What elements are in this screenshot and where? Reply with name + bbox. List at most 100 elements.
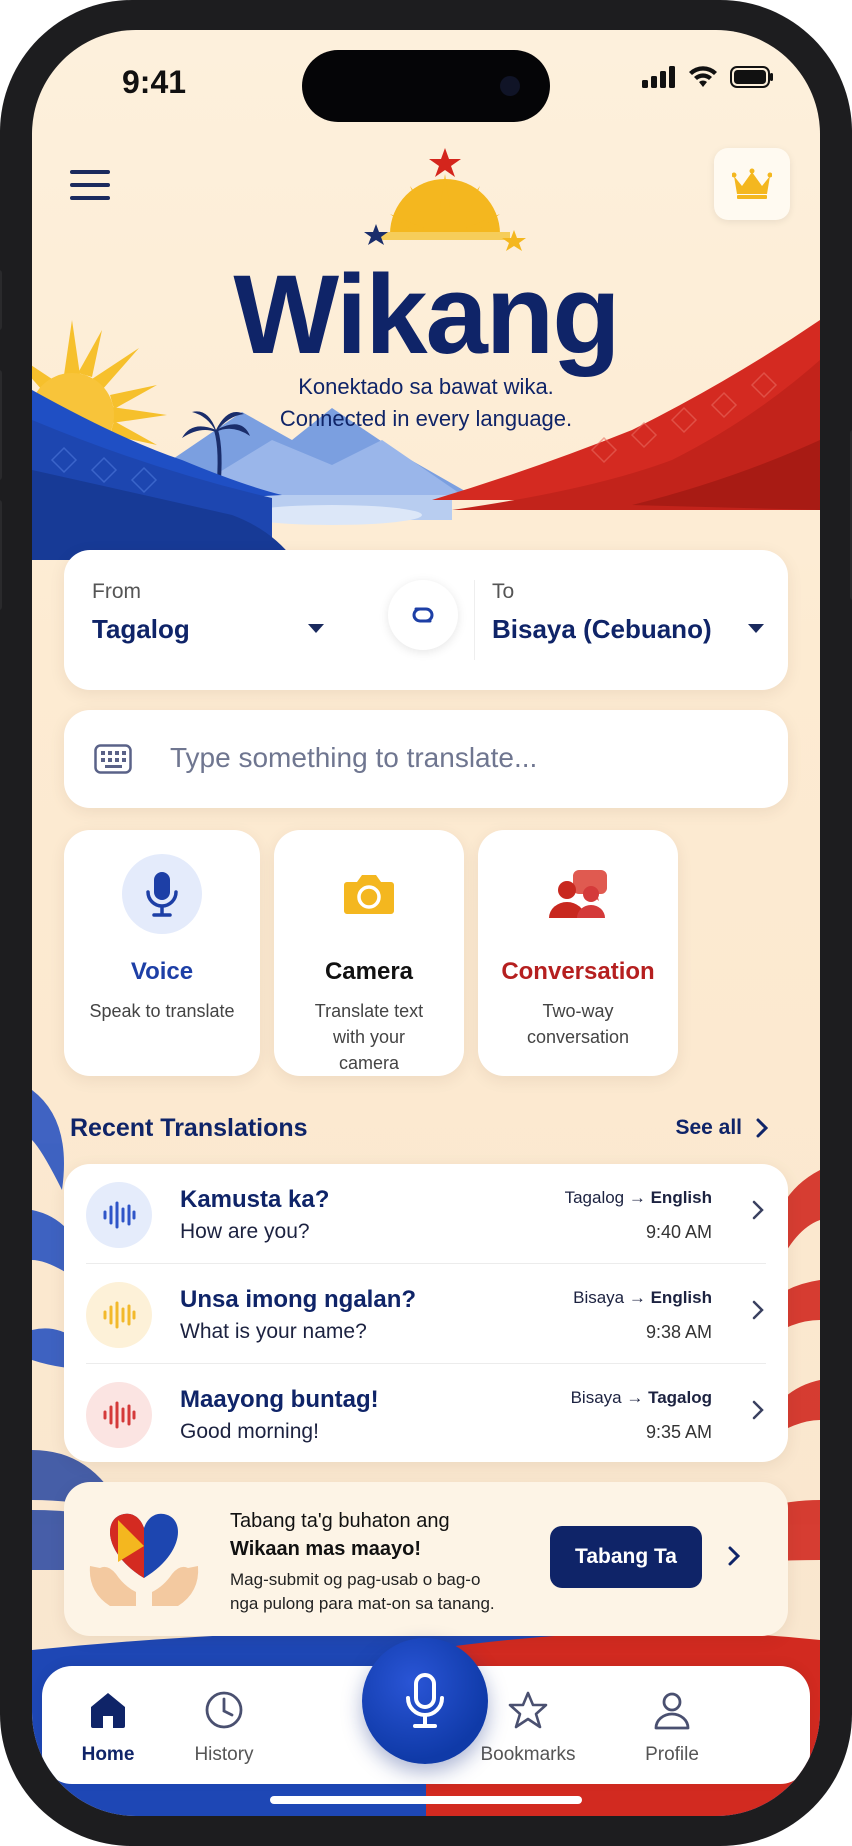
menu-line bbox=[70, 183, 110, 187]
timestamp: 9:40 AM bbox=[645, 1222, 712, 1242]
pair-to: English bbox=[650, 1288, 712, 1307]
nav-history[interactable]: History bbox=[164, 1666, 284, 1784]
source-text: Kamusta ka? bbox=[180, 1186, 330, 1213]
source-language-dropdown[interactable]: From Tagalog bbox=[64, 550, 364, 690]
menu-line bbox=[70, 170, 110, 174]
contribute-promo-card: Tabang ta'g buhaton ang Wikaan mas maayo… bbox=[64, 1482, 788, 1636]
translated-text: Good morning! bbox=[180, 1420, 319, 1443]
promo-line-3: Mag-submit og pag-usab o bag-o bbox=[230, 1570, 481, 1589]
nav-bookmarks-label: Bookmarks bbox=[480, 1744, 576, 1765]
chevron-right-icon bbox=[752, 1200, 764, 1220]
pair-to: English bbox=[650, 1188, 712, 1207]
voice-icon-wrap bbox=[122, 854, 202, 934]
see-all-link[interactable]: See all bbox=[675, 1116, 768, 1140]
promo-line-4: nga pulong para mat-on sa tanang. bbox=[230, 1594, 495, 1613]
voice-subtitle: Speak to translate bbox=[89, 1001, 235, 1021]
swap-languages-button[interactable] bbox=[388, 580, 458, 650]
status-icons bbox=[642, 66, 774, 88]
nav-profile-label: Profile bbox=[645, 1744, 699, 1765]
front-camera bbox=[500, 76, 520, 96]
timestamp: 9:35 AM bbox=[645, 1422, 712, 1442]
audio-wave-icon bbox=[86, 1182, 152, 1248]
conversation-card[interactable]: Conversation Two-way conversation bbox=[478, 830, 678, 1076]
to-label: To bbox=[492, 580, 515, 603]
from-label: From bbox=[92, 580, 141, 603]
recent-translations-list: Kamusta ka? How are you? Tagalog → Engli… bbox=[64, 1164, 788, 1462]
recent-translations-title: Recent Translations bbox=[70, 1114, 308, 1142]
translation-row[interactable]: Maayong buntag! Good morning! Bisaya → T… bbox=[64, 1364, 788, 1462]
app-screen: 9:41 Wikang Konektado sa bawat wika. Con… bbox=[32, 30, 820, 1816]
language-pair: Bisaya → Tagalog bbox=[570, 1388, 712, 1407]
clock-icon bbox=[205, 1691, 243, 1729]
keyboard-icon bbox=[94, 744, 132, 774]
menu-button[interactable] bbox=[70, 170, 110, 210]
source-text: Unsa imong ngalan? bbox=[180, 1286, 417, 1313]
pair-to: Tagalog bbox=[648, 1388, 712, 1407]
see-all-label: See all bbox=[675, 1116, 742, 1139]
app-title: Wikang bbox=[233, 252, 620, 377]
pair-from: Bisaya bbox=[570, 1388, 622, 1407]
status-time: 9:41 bbox=[122, 64, 187, 100]
volume-down-button bbox=[0, 500, 2, 610]
source-text: Maayong buntag! bbox=[180, 1386, 379, 1413]
translate-input[interactable]: Type something to translate... bbox=[64, 710, 788, 808]
user-icon bbox=[654, 1692, 690, 1730]
chevron-down-icon bbox=[308, 624, 324, 633]
home-icon bbox=[91, 1693, 125, 1728]
chevron-right-icon bbox=[756, 1118, 768, 1138]
translation-row[interactable]: Kamusta ka? How are you? Tagalog → Engli… bbox=[64, 1164, 788, 1262]
signal-icon bbox=[642, 66, 675, 88]
voice-card[interactable]: Voice Speak to translate bbox=[64, 830, 260, 1076]
tagline-english: Connected in every language. bbox=[279, 406, 573, 431]
language-pair: Bisaya → English bbox=[573, 1288, 712, 1307]
chevron-right-icon bbox=[752, 1300, 764, 1320]
nav-profile[interactable]: Profile bbox=[612, 1666, 732, 1784]
crown-icon bbox=[732, 168, 772, 199]
camera-subtitle: Translate text with your camera bbox=[314, 1001, 424, 1073]
translation-row[interactable]: Unsa imong ngalan? What is your name? Bi… bbox=[64, 1264, 788, 1362]
microphone-icon bbox=[146, 872, 178, 917]
language-selector: From Tagalog To Bisaya (Cebuano) bbox=[64, 550, 788, 690]
chevron-right-icon[interactable] bbox=[728, 1546, 740, 1566]
pair-from: Tagalog bbox=[564, 1188, 625, 1207]
translated-text: How are you? bbox=[180, 1220, 310, 1243]
camera-icon-wrap bbox=[329, 854, 409, 934]
promo-line-1: Tabang ta'g buhaton ang bbox=[230, 1510, 450, 1532]
promo-headline: Wikaan mas maayo! bbox=[230, 1538, 422, 1560]
heart-hands-icon bbox=[89, 1513, 199, 1606]
target-language: Bisaya (Cebuano) bbox=[492, 614, 712, 644]
translated-text: What is your name? bbox=[180, 1320, 367, 1343]
camera-title: Camera bbox=[324, 958, 414, 985]
premium-button[interactable] bbox=[714, 148, 790, 220]
chevron-down-icon bbox=[748, 624, 764, 633]
language-pair: Tagalog → English bbox=[564, 1188, 712, 1207]
conversation-title: Conversation bbox=[501, 958, 655, 985]
status-bar: 9:41 bbox=[32, 30, 820, 130]
phone-frame: 9:41 Wikang Konektado sa bawat wika. Con… bbox=[0, 0, 852, 1846]
conversation-icon bbox=[549, 870, 607, 918]
nav-home[interactable]: Home bbox=[48, 1666, 168, 1784]
tabang-ta-button[interactable]: Tabang Ta bbox=[550, 1526, 702, 1588]
voice-record-button[interactable] bbox=[362, 1638, 488, 1764]
star-icon bbox=[508, 1691, 548, 1729]
source-language: Tagalog bbox=[92, 614, 190, 644]
translate-input-placeholder: Type something to translate... bbox=[170, 742, 538, 773]
timestamp: 9:38 AM bbox=[645, 1322, 712, 1342]
volume-up-button bbox=[0, 370, 2, 480]
home-indicator bbox=[270, 1796, 582, 1804]
conversation-icon-wrap bbox=[538, 854, 618, 934]
battery-icon bbox=[730, 66, 773, 88]
chevron-right-icon bbox=[752, 1400, 764, 1420]
audio-wave-icon bbox=[86, 1282, 152, 1348]
pair-from: Bisaya bbox=[573, 1288, 625, 1307]
voice-title: Voice bbox=[130, 958, 194, 985]
target-language-dropdown[interactable]: To Bisaya (Cebuano) bbox=[474, 550, 788, 690]
camera-icon bbox=[344, 875, 394, 914]
tagline-tagalog: Konektado sa bawat wika. bbox=[298, 374, 554, 399]
menu-line bbox=[70, 196, 110, 200]
camera-card[interactable]: Camera Translate text with your camera bbox=[274, 830, 464, 1076]
swap-icon bbox=[412, 607, 434, 623]
audio-wave-icon bbox=[86, 1382, 152, 1448]
wifi-icon bbox=[689, 66, 717, 87]
microphone-icon bbox=[406, 1673, 444, 1728]
